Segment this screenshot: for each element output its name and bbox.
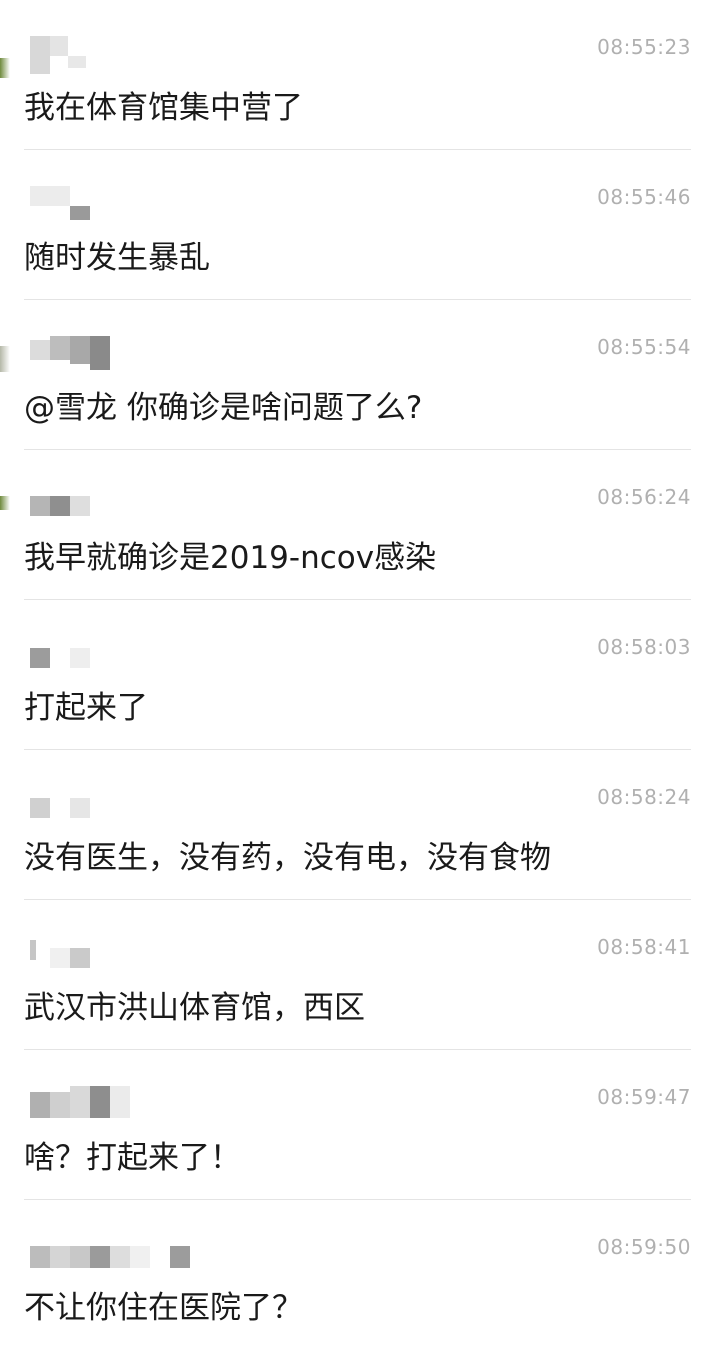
message-text: 没有医生，没有药，没有电，没有食物 bbox=[24, 840, 551, 876]
sender-name-blurred bbox=[30, 786, 190, 826]
message-item[interactable]: 08:58:03 打起来了 bbox=[24, 600, 691, 750]
message-text: 武汉市洪山体育馆，西区 bbox=[24, 990, 365, 1026]
avatar-fragment bbox=[0, 496, 10, 510]
message-timestamp: 08:58:03 bbox=[597, 635, 691, 659]
sender-name-blurred bbox=[30, 1086, 190, 1126]
message-timestamp: 08:59:47 bbox=[597, 1085, 691, 1109]
message-text: 不让你住在医院了？ bbox=[24, 1290, 303, 1326]
chat-message-list: 08:55:23 我在体育馆集中营了 08:55:46 随时发生暴乱 08:55… bbox=[0, 0, 709, 1350]
message-text: 啥？打起来了！ bbox=[24, 1140, 241, 1176]
message-item[interactable]: 08:58:41 武汉市洪山体育馆，西区 bbox=[24, 900, 691, 1050]
sender-name-blurred bbox=[30, 36, 190, 76]
message-item[interactable]: 08:59:50 不让你住在医院了？ bbox=[24, 1200, 691, 1350]
message-text: 打起来了 bbox=[24, 690, 148, 726]
message-item[interactable]: 08:55:46 随时发生暴乱 bbox=[24, 150, 691, 300]
message-timestamp: 08:55:54 bbox=[597, 335, 691, 359]
message-text: 我早就确诊是2019-ncov感染 bbox=[24, 540, 437, 576]
message-text: 我在体育馆集中营了 bbox=[24, 90, 303, 126]
message-item[interactable]: 08:55:54 @雪龙 你确诊是啥问题了么? bbox=[24, 300, 691, 450]
sender-name-blurred bbox=[30, 1236, 190, 1276]
avatar-fragment bbox=[0, 58, 10, 78]
sender-name-blurred bbox=[30, 636, 190, 676]
message-timestamp: 08:56:24 bbox=[597, 485, 691, 509]
message-timestamp: 08:55:23 bbox=[597, 35, 691, 59]
message-timestamp: 08:58:41 bbox=[597, 935, 691, 959]
sender-name-blurred bbox=[30, 486, 190, 526]
message-timestamp: 08:59:50 bbox=[597, 1235, 691, 1259]
message-item[interactable]: 08:55:23 我在体育馆集中营了 bbox=[24, 0, 691, 150]
message-timestamp: 08:55:46 bbox=[597, 185, 691, 209]
sender-name-blurred bbox=[30, 336, 190, 376]
message-text: 随时发生暴乱 bbox=[24, 240, 210, 276]
message-item[interactable]: 08:58:24 没有医生，没有药，没有电，没有食物 bbox=[24, 750, 691, 900]
sender-name-blurred bbox=[30, 936, 190, 976]
message-text: @雪龙 你确诊是啥问题了么? bbox=[24, 390, 423, 426]
message-item[interactable]: 08:59:47 啥？打起来了！ bbox=[24, 1050, 691, 1200]
avatar-fragment bbox=[0, 346, 10, 372]
message-timestamp: 08:58:24 bbox=[597, 785, 691, 809]
message-item[interactable]: 08:56:24 我早就确诊是2019-ncov感染 bbox=[24, 450, 691, 600]
sender-name-blurred bbox=[30, 186, 190, 226]
